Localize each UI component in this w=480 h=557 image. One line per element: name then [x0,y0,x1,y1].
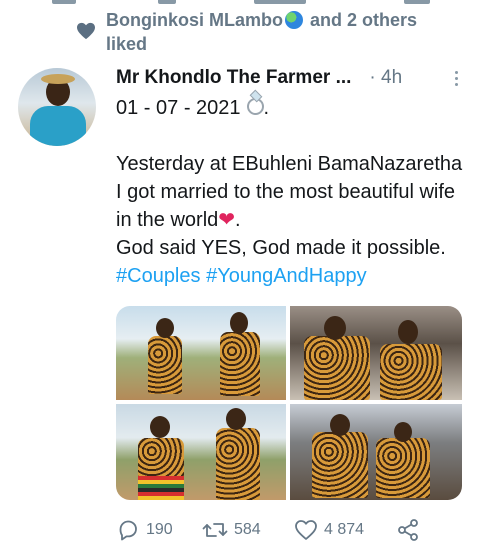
tweet-time[interactable]: · 4h [369,67,402,89]
avatar[interactable] [18,68,96,146]
tweet-text-line2: God said YES, God made it possible. [116,237,446,259]
date-line: 01 - 07 - 2021 [116,97,241,119]
share-button[interactable] [396,518,420,542]
wedding-photo-3[interactable] [116,404,286,500]
liked-by-text: Bonginkosi MLambo and 2 others liked [106,10,418,54]
hashtag-couples[interactable]: #Couples [116,265,201,287]
wedding-photo-4[interactable] [290,404,462,500]
like-count: 4 874 [324,521,365,538]
tweet-actions: 190 584 4 874 [116,516,462,544]
reply-button[interactable]: 190 [116,518,202,542]
tweet-text-line1: Yesterday at EBuhleni BamaNazaretha I go… [116,153,463,231]
retweet-count: 584 [234,521,261,538]
like-icon [295,520,317,540]
author-name[interactable]: Mr Khondlo The Farmer ... [116,67,351,89]
more-vertical-icon[interactable] [446,66,466,90]
reply-icon [119,520,137,541]
wedding-photo-2[interactable] [290,306,462,400]
hashtag-youngandhappy[interactable]: #YoungAndHappy [206,265,367,287]
wedding-photo-1[interactable] [116,306,286,400]
retweet-button[interactable]: 584 [202,518,294,542]
retweet-icon [202,523,228,537]
share-icon [398,519,418,541]
media-grid [116,306,462,500]
social-context[interactable]: Bonginkosi MLambo and 2 others liked [76,8,466,56]
like-button[interactable]: 4 874 [294,519,396,541]
tweet-text: 01 - 07 - 2021. Yesterday at EBuhleni Ba… [116,94,466,290]
red-heart-emoji-icon: ❤ [218,209,236,231]
heart-icon [77,22,95,40]
globe-emoji-icon [285,11,303,29]
reply-count: 190 [146,521,173,538]
previous-tweet-fragment [0,0,480,6]
ring-emoji-icon [246,98,264,115]
tweet: Mr Khondlo The Farmer ... · 4h 01 - 07 -… [116,64,466,290]
